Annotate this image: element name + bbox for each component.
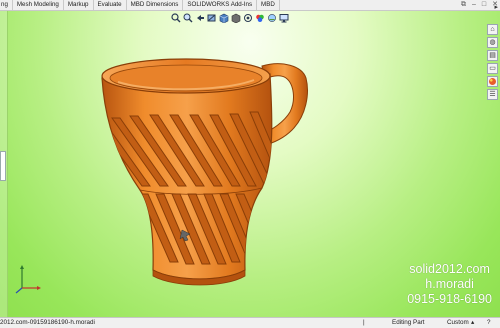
command-manager-tabs: ng Mesh Modeling Markup Evaluate MBD Dim… <box>0 0 500 11</box>
tab-mesh-modeling[interactable]: Mesh Modeling <box>13 0 64 10</box>
cup-inner <box>109 64 263 92</box>
tab-mbd-dimensions[interactable]: MBD Dimensions <box>127 0 184 10</box>
collapse-arrow-icon[interactable]: ▸ <box>494 3 498 11</box>
coordinate-triad-icon <box>15 265 41 294</box>
watermark-site: solid2012.com <box>409 262 490 276</box>
watermark-phone: 0915-918-6190 <box>407 292 492 306</box>
tab-solidworks-add-ins[interactable]: SOLIDWORKS Add-Ins <box>183 0 258 10</box>
status-bar: 2012.com-09159186190-h.moradi | Editing … <box>0 317 500 328</box>
window-controls: ⧉ ‒ □ ✕ <box>461 0 498 10</box>
maximize-icon[interactable]: □ <box>482 0 486 10</box>
minimize-icon[interactable]: ‒ <box>472 0 476 10</box>
watermark-text: solid2012.com h.moradi 0915-918-6190 <box>407 262 492 307</box>
watermark-author: h.moradi <box>425 277 474 291</box>
tab-evaluate[interactable]: Evaluate <box>94 0 127 10</box>
tab-mbd[interactable]: MBD <box>257 0 280 10</box>
tab-sketch[interactable]: ng <box>0 0 13 10</box>
tab-markup[interactable]: Markup <box>64 0 94 10</box>
restore-icon[interactable]: ⧉ <box>461 0 466 10</box>
